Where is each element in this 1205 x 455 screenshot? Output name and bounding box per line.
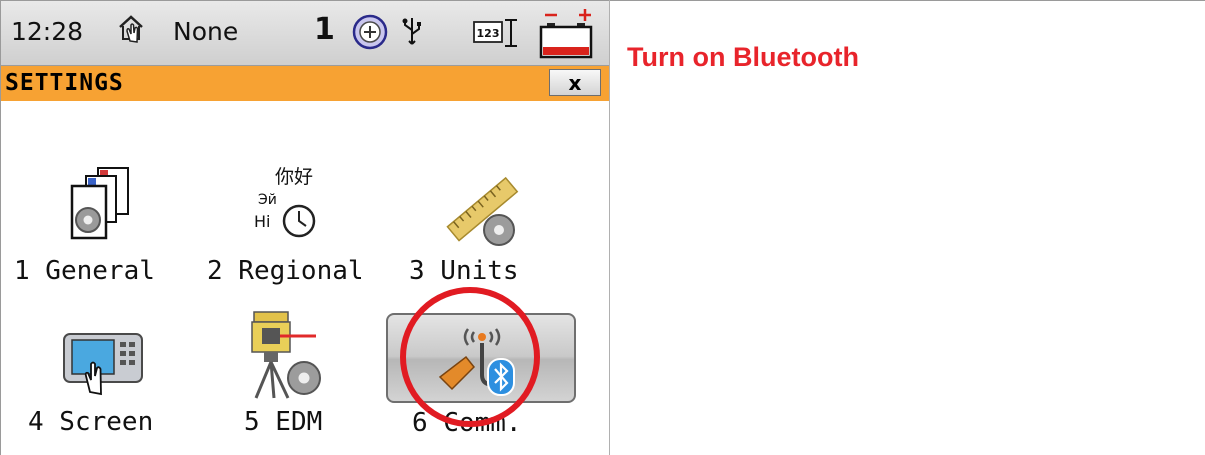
- icon-text: 你好: [275, 166, 314, 188]
- menu-item-label: 5 EDM: [244, 407, 323, 437]
- instruction-text: Turn on Bluetooth: [627, 42, 859, 72]
- close-icon: x: [568, 70, 582, 95]
- annotation-circle: [400, 287, 540, 427]
- close-button[interactable]: x: [549, 69, 601, 96]
- clock-icon: [282, 204, 316, 238]
- input-mode-text: 123: [477, 27, 500, 40]
- usb-icon: [402, 18, 421, 45]
- battery-icon: [539, 9, 593, 59]
- menu-item-screen[interactable]: 4 Screen: [12, 310, 202, 440]
- menu-item-label: 1 General: [14, 256, 155, 286]
- general-settings-icon: [70, 167, 129, 240]
- screen-settings-icon: [63, 333, 143, 396]
- menu-item-units[interactable]: 3 Units: [405, 160, 565, 290]
- status-bar: 12:28 None 1 123: [1, 1, 609, 66]
- menu-item-regional[interactable]: 你好 Эй Hi 2 Regional: [200, 160, 390, 290]
- edm-settings-icon: [251, 311, 321, 399]
- clock: 12:28: [11, 17, 84, 46]
- satellite-count: 1: [314, 12, 335, 47]
- menu-item-general[interactable]: 1 General: [12, 160, 202, 290]
- menu-item-label: 4 Screen: [28, 407, 154, 437]
- page-title: SETTINGS: [5, 70, 124, 96]
- menu-item-label: 3 Units: [409, 256, 519, 286]
- keyboard-mode-icon[interactable]: 123: [473, 18, 519, 48]
- units-settings-icon: [446, 176, 519, 246]
- menu-item-label: 2 Regional: [207, 256, 364, 286]
- home-hand-icon[interactable]: [114, 11, 150, 47]
- icon-text: Hi: [254, 212, 271, 231]
- icon-text: Эй: [258, 192, 277, 208]
- profile-name: None: [173, 17, 239, 46]
- screen-edge: [609, 0, 610, 455]
- title-bar: SETTINGS x: [1, 66, 609, 101]
- gnss-position-icon[interactable]: [351, 13, 389, 51]
- regional-settings-icon: 你好 Эй Hi: [242, 160, 342, 250]
- menu-item-edm[interactable]: 5 EDM: [232, 300, 372, 440]
